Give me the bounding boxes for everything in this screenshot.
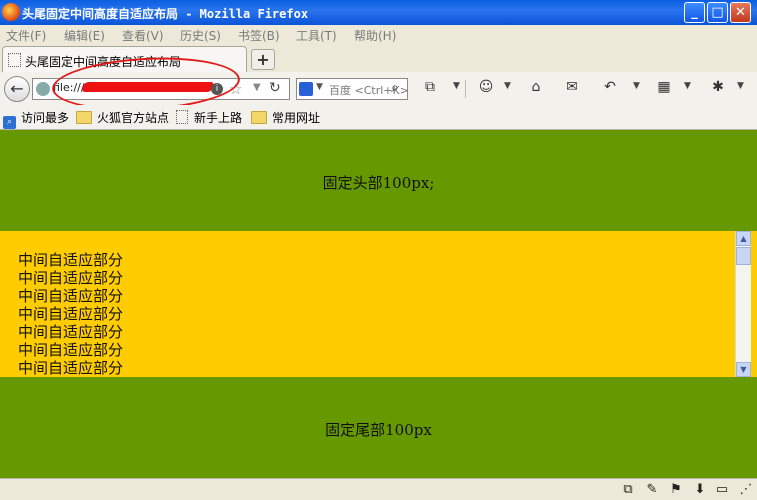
status-bar: ⧉ ✎ ⚑ ⬇ ▭ ⋰ xyxy=(0,478,757,500)
middle-line: 中间自适应部分 xyxy=(18,359,124,377)
most-visited-icon: ⌕ xyxy=(3,116,16,129)
flag-icon[interactable]: ⚑ xyxy=(668,482,684,497)
url-dropdown-icon[interactable]: ▼ xyxy=(253,82,261,93)
apps-grid-icon[interactable]: ▦ xyxy=(654,79,674,95)
bookmarks-bar: ⌕ 访问最多 火狐官方站点 新手上路 常用网址 xyxy=(0,105,757,130)
baidu-engine-icon[interactable]: 🐾 xyxy=(299,82,313,96)
menu-bookmarks[interactable]: 书签(B) xyxy=(238,27,280,44)
bookmark-label: 访问最多 xyxy=(21,111,70,125)
menu-edit[interactable]: 编辑(E) xyxy=(64,27,105,44)
apps-dropdown-icon[interactable]: ▼ xyxy=(684,81,691,91)
menu-tools[interactable]: 工具(T) xyxy=(296,27,337,44)
download-icon[interactable]: ⬇ xyxy=(692,482,708,497)
middle-scrollbar[interactable]: ▲ ▼ xyxy=(735,231,751,377)
middle-line: 中间自适应部分 xyxy=(18,287,124,305)
window-titlebar[interactable]: 头尾固定中间高度自适应布局 - Mozilla Firefox _ □ ✕ xyxy=(0,0,757,25)
fixed-footer: 固定尾部100px xyxy=(0,377,757,478)
middle-line: 中间自适应部分 xyxy=(18,269,124,287)
bookmark-label: 新手上路 xyxy=(194,111,243,125)
scroll-down-button[interactable]: ▼ xyxy=(736,362,751,377)
footer-text: 固定尾部100px xyxy=(325,421,432,439)
popup-icon[interactable]: ⧉ xyxy=(620,482,636,497)
menu-view[interactable]: 查看(V) xyxy=(122,27,164,44)
bug-dropdown-icon[interactable]: ▼ xyxy=(737,81,744,91)
undo-dropdown-icon[interactable]: ▼ xyxy=(633,81,640,91)
brush-icon[interactable]: ✎ xyxy=(644,482,660,497)
bookmark-label: 常用网址 xyxy=(272,111,321,125)
undo-icon[interactable]: ↶ xyxy=(600,79,620,95)
menu-file[interactable]: 文件(F) xyxy=(6,27,46,44)
close-button[interactable]: ✕ xyxy=(730,2,751,23)
bookmark-getting-started[interactable]: 新手上路 xyxy=(176,109,242,126)
maximize-button[interactable]: □ xyxy=(707,2,728,23)
bug-icon[interactable]: ✱ xyxy=(708,79,728,95)
middle-adaptive-area: 中间自适应部分 中间自适应部分 中间自适应部分 中间自适应部分 中间自适应部分 … xyxy=(0,231,757,377)
fixed-header: 固定头部100px; xyxy=(0,130,757,231)
mail-icon[interactable]: ✉ xyxy=(562,79,582,95)
middle-lines: 中间自适应部分 中间自适应部分 中间自适应部分 中间自适应部分 中间自适应部分 … xyxy=(18,251,123,377)
search-icon[interactable]: ⌕ xyxy=(391,80,399,96)
scroll-up-button[interactable]: ▲ xyxy=(736,231,751,246)
folder-icon xyxy=(251,111,267,124)
screenshot-dropdown-icon[interactable]: ▼ xyxy=(453,81,460,91)
window-icon[interactable]: ▭ xyxy=(714,482,730,497)
addon-icon[interactable]: ☺ xyxy=(476,79,496,95)
minimize-button[interactable]: _ xyxy=(684,2,705,23)
reload-icon[interactable]: ↻ xyxy=(269,80,281,96)
window-title: 头尾固定中间高度自适应布局 - Mozilla Firefox xyxy=(22,7,309,21)
screenshot-icon[interactable]: ⧉ xyxy=(420,79,440,95)
resize-grip-icon[interactable]: ⋰ xyxy=(738,482,754,497)
bookmark-firefox-official[interactable]: 火狐官方站点 xyxy=(76,109,169,126)
page-icon xyxy=(176,110,188,124)
menu-history[interactable]: 历史(S) xyxy=(180,27,221,44)
globe-icon xyxy=(36,82,50,96)
new-tab-button[interactable]: + xyxy=(251,49,275,70)
addon-dropdown-icon[interactable]: ▼ xyxy=(504,81,511,91)
middle-line: 中间自适应部分 xyxy=(18,341,124,359)
menu-bar: 文件(F) 编辑(E) 查看(V) 历史(S) 书签(B) 工具(T) 帮助(H… xyxy=(0,25,757,43)
folder-icon xyxy=(76,111,92,124)
search-bar[interactable]: 🐾 ▼ 百度 <Ctrl+K> ⌕ xyxy=(296,78,409,100)
home-icon[interactable]: ⌂ xyxy=(526,79,546,95)
header-text: 固定头部100px; xyxy=(322,174,435,192)
firefox-logo-icon xyxy=(2,3,20,21)
back-button[interactable]: ← xyxy=(4,76,30,102)
middle-line: 中间自适应部分 xyxy=(18,323,124,341)
bookmark-most-visited[interactable]: ⌕ 访问最多 xyxy=(3,109,69,129)
page-icon xyxy=(8,53,21,67)
scroll-thumb[interactable] xyxy=(736,247,751,265)
middle-line: 中间自适应部分 xyxy=(18,305,124,323)
engine-dropdown-icon[interactable]: ▼ xyxy=(316,82,323,92)
menu-help[interactable]: 帮助(H) xyxy=(354,27,396,44)
bookmark-common-sites[interactable]: 常用网址 xyxy=(251,109,320,126)
bookmark-label: 火狐官方站点 xyxy=(97,111,170,125)
toolbar-separator xyxy=(465,80,466,98)
middle-line: 中间自适应部分 xyxy=(18,251,124,269)
